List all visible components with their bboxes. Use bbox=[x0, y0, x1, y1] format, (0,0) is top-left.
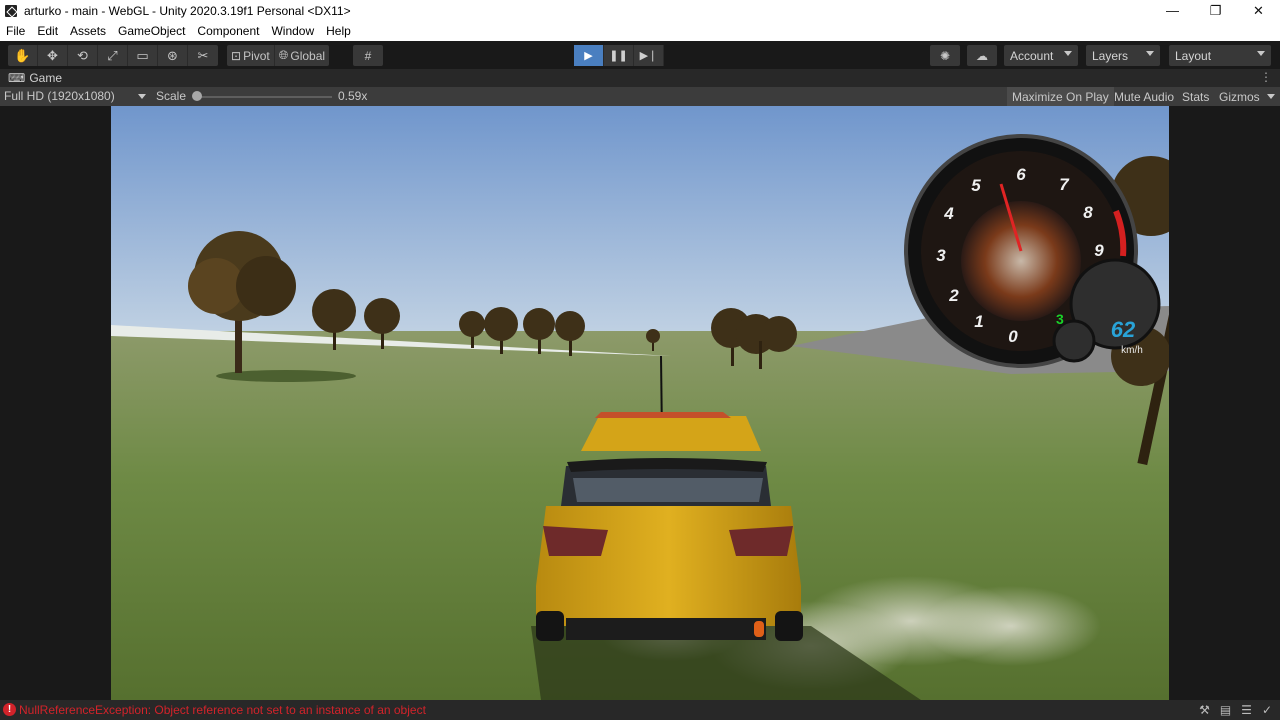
menu-edit[interactable]: Edit bbox=[31, 24, 64, 38]
status-icons: ⚒ ▤ ☰ ✓ bbox=[1199, 703, 1272, 717]
mute-audio-toggle[interactable]: Mute Audio bbox=[1109, 87, 1179, 106]
account-dropdown[interactable]: Account bbox=[1004, 45, 1078, 66]
menu-window[interactable]: Window bbox=[265, 24, 320, 38]
pivot-global-toggles: ⊡ Pivot 🌐︎ Global bbox=[227, 45, 330, 66]
speed-unit: km/h bbox=[1121, 345, 1143, 356]
pivot-icon: ⊡ bbox=[231, 48, 242, 63]
global-label: Global bbox=[290, 48, 326, 63]
pivot-label: Pivot bbox=[243, 48, 270, 63]
tach-num-5: 5 bbox=[971, 176, 981, 195]
tach-num-3: 3 bbox=[936, 246, 946, 265]
cloud-icon[interactable]: ☁ bbox=[967, 45, 997, 66]
chevron-down-icon bbox=[1257, 51, 1265, 56]
chevron-down-icon[interactable] bbox=[1267, 94, 1275, 99]
window-title: arturko - main - WebGL - Unity 2020.3.19… bbox=[24, 3, 351, 18]
console-error-message[interactable]: NullReferenceException: Object reference… bbox=[19, 703, 426, 717]
move-tool-icon[interactable]: ✥ bbox=[38, 45, 68, 66]
transform-tool-icon[interactable]: ⊛ bbox=[158, 45, 188, 66]
hand-tool-icon[interactable]: ✋ bbox=[8, 45, 38, 66]
tach-num-8: 8 bbox=[1083, 203, 1093, 222]
globe-icon: 🌐︎ bbox=[278, 48, 289, 62]
chevron-down-icon bbox=[1146, 51, 1154, 56]
stats-toggle[interactable]: Stats bbox=[1177, 87, 1214, 106]
gizmos-toggle[interactable]: Gizmos bbox=[1214, 87, 1265, 106]
play-controls: ▶ ❚❚ ▶❘ bbox=[574, 45, 664, 66]
grid-snap-icon[interactable]: # bbox=[353, 45, 383, 66]
check-icon[interactable]: ✓ bbox=[1262, 703, 1272, 717]
tach-num-7: 7 bbox=[1059, 175, 1070, 194]
tach-num-9: 9 bbox=[1094, 241, 1104, 260]
game-viewport[interactable]: 0 1 2 3 4 5 6 7 8 9 3 62 km/h bbox=[111, 106, 1169, 700]
kebab-menu-icon[interactable]: ⋮ bbox=[1260, 70, 1272, 84]
unity-logo-icon bbox=[5, 4, 17, 17]
menu-component[interactable]: Component bbox=[191, 24, 265, 38]
layers-dropdown[interactable]: Layers bbox=[1086, 45, 1160, 66]
tach-num-4: 4 bbox=[943, 204, 954, 223]
tab-game-label: Game bbox=[29, 71, 63, 85]
game-scene: 0 1 2 3 4 5 6 7 8 9 3 62 km/h bbox=[111, 106, 1169, 700]
tach-num-0: 0 bbox=[1008, 327, 1018, 346]
tach-num-6: 6 bbox=[1016, 165, 1026, 184]
step-button[interactable]: ▶❘ bbox=[634, 45, 664, 66]
restore-button[interactable]: ❐ bbox=[1194, 0, 1237, 21]
progress-icon[interactable]: ☰ bbox=[1241, 703, 1252, 717]
menu-help[interactable]: Help bbox=[320, 24, 357, 38]
tach-num-2: 2 bbox=[948, 286, 959, 305]
layout-label: Layout bbox=[1175, 48, 1212, 63]
tab-game[interactable]: ⌨ Game bbox=[0, 69, 70, 87]
menu-assets[interactable]: Assets bbox=[64, 24, 112, 38]
rotate-tool-icon[interactable]: ⟲ bbox=[68, 45, 98, 66]
layers-label: Layers bbox=[1092, 48, 1129, 63]
resolution-dropdown[interactable]: Full HD (1920x1080) bbox=[4, 89, 115, 103]
menu-bar: File Edit Assets GameObject Component Wi… bbox=[0, 21, 1280, 41]
chevron-down-icon bbox=[138, 94, 146, 99]
tach-num-1: 1 bbox=[974, 312, 983, 331]
minimize-button[interactable]: — bbox=[1151, 0, 1194, 21]
layout-dropdown[interactable]: Layout bbox=[1169, 45, 1271, 66]
cache-server-icon[interactable]: ▤ bbox=[1220, 703, 1231, 717]
auto-generate-lighting-icon[interactable]: ⚒ bbox=[1199, 703, 1210, 717]
pivot-toggle[interactable]: ⊡ Pivot bbox=[227, 45, 275, 66]
pause-button[interactable]: ❚❚ bbox=[604, 45, 634, 66]
account-label: Account bbox=[1010, 48, 1054, 63]
gamepad-icon: ⌨ bbox=[8, 71, 26, 85]
speed-readout: 62 bbox=[1111, 317, 1136, 342]
error-icon: ! bbox=[3, 703, 16, 716]
menu-file[interactable]: File bbox=[0, 24, 31, 38]
global-toggle[interactable]: 🌐︎ Global bbox=[275, 45, 329, 66]
rect-tool-icon[interactable]: ▭ bbox=[128, 45, 158, 66]
scale-slider-track[interactable] bbox=[196, 96, 332, 98]
scale-slider-handle[interactable] bbox=[192, 91, 202, 101]
maximize-on-play-toggle[interactable]: Maximize On Play bbox=[1007, 87, 1114, 106]
scale-label: Scale bbox=[156, 89, 187, 103]
console-status-bar[interactable]: ! NullReferenceException: Object referen… bbox=[0, 700, 1280, 720]
scale-tool-icon[interactable]: ⤢ bbox=[98, 45, 128, 66]
game-tab-bar: ⌨ Game ⋮ bbox=[0, 69, 1280, 87]
gear-indicator: 3 bbox=[1056, 311, 1064, 327]
scale-value: 0.59x bbox=[338, 89, 368, 103]
close-button[interactable]: ✕ bbox=[1237, 0, 1280, 21]
transform-tools: ✋ ✥ ⟲ ⤢ ▭ ⊛ ✂ bbox=[8, 45, 218, 66]
custom-tool-icon[interactable]: ✂ bbox=[188, 45, 218, 66]
play-button[interactable]: ▶ bbox=[574, 45, 604, 66]
menu-gameobject[interactable]: GameObject bbox=[112, 24, 191, 38]
game-view-controls: Full HD (1920x1080) Scale 0.59x Maximize… bbox=[0, 87, 1280, 106]
chevron-down-icon bbox=[1064, 51, 1072, 56]
collab-icon[interactable]: ✺ bbox=[930, 45, 960, 66]
window-title-bar: arturko - main - WebGL - Unity 2020.3.19… bbox=[0, 0, 1280, 21]
main-toolbar: ✋ ✥ ⟲ ⤢ ▭ ⊛ ✂ ⊡ Pivot 🌐︎ Global # ▶ ❚❚ ▶… bbox=[0, 41, 1280, 69]
